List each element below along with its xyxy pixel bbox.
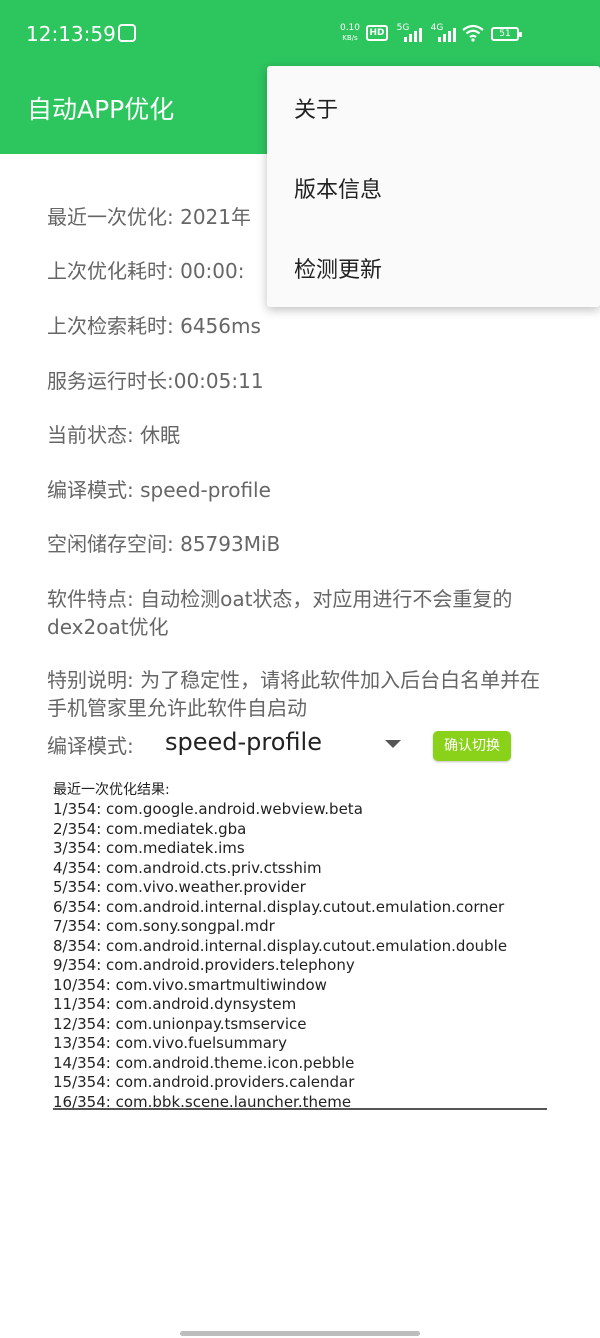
app-title: 自动APP优化 xyxy=(27,95,175,124)
overflow-menu: 关于 版本信息 检测更新 xyxy=(267,66,600,307)
compile-mode-dropdown[interactable]: speed-profile xyxy=(165,728,415,764)
info-features: 软件特点: 自动检测oat状态，对应用进行不会重复的dex2oat优化 xyxy=(47,587,513,639)
info-free-storage: 空闲储存空间: 85793MiB xyxy=(47,532,281,556)
result-line: 9/354: com.android.providers.telephony xyxy=(53,956,355,974)
result-line: 7/354: com.sony.songpal.mdr xyxy=(53,917,275,935)
result-line: 10/354: com.vivo.smartmultiwindow xyxy=(53,975,327,994)
result-line: 12/354: com.unionpay.tsmservice xyxy=(53,1014,307,1033)
info-current-state: 当前状态: 休眠 xyxy=(47,423,181,447)
info-note: 特别说明: 为了稳定性，请将此软件加入后台白名单并在手机管家里允许此软件自启动 xyxy=(47,668,541,720)
net-speed-value: 0.10 xyxy=(339,23,361,33)
battery-icon: 51 xyxy=(491,27,522,41)
result-line: 15/354: com.android.providers.calendar xyxy=(53,1073,355,1091)
sim2-signal-icon xyxy=(438,26,456,42)
status-bar: 12:13:59 0.10 KB/s HD 5G 4G 51 xyxy=(0,0,600,70)
compile-mode-row: 编译模式: speed-profile 确认切换 xyxy=(47,728,557,768)
result-line: 1/354: com.google.android.webview.beta xyxy=(53,800,363,818)
screen-record-icon xyxy=(118,24,136,42)
results-title: 最近一次优化结果: xyxy=(53,782,170,798)
compile-mode-selected: speed-profile xyxy=(165,728,322,756)
compile-mode-label: 编译模式: xyxy=(47,734,134,758)
sim1-signal-icon xyxy=(404,26,422,42)
wifi-icon xyxy=(462,24,484,42)
result-line: 5/354: com.vivo.weather.provider xyxy=(53,878,306,896)
status-time: 12:13:59 xyxy=(26,22,116,46)
menu-item-about[interactable]: 关于 xyxy=(294,92,338,124)
result-line: 14/354: com.android.theme.icon.pebble xyxy=(53,1053,355,1072)
net-speed-unit: KB/s xyxy=(342,34,358,42)
info-last-search-duration: 上次检索耗时: 6456ms xyxy=(47,314,261,338)
menu-item-check-update[interactable]: 检测更新 xyxy=(294,252,382,284)
confirm-switch-button[interactable]: 确认切换 xyxy=(433,731,511,761)
result-line: 11/354: com.android.dynsystem xyxy=(53,995,297,1013)
result-line: 6/354: com.android.internal.display.cuto… xyxy=(53,897,505,916)
result-line: 16/354: com.bbk.scene.launcher.theme xyxy=(53,1092,352,1110)
result-line: 13/354: com.vivo.fuelsummary xyxy=(53,1034,287,1052)
result-line: 4/354: com.android.cts.priv.ctsshim xyxy=(53,858,322,877)
result-line: 8/354: com.android.internal.display.cuto… xyxy=(53,936,508,955)
dropdown-arrow-icon xyxy=(385,740,401,748)
optimize-results[interactable]: 最近一次优化结果: 1/354: com.google.android.webv… xyxy=(53,780,547,1110)
result-line: 3/354: com.mediatek.ims xyxy=(53,839,245,857)
gesture-nav-handle[interactable] xyxy=(180,1331,420,1336)
menu-item-version-info[interactable]: 版本信息 xyxy=(294,172,382,204)
result-line: 2/354: com.mediatek.gba xyxy=(53,819,247,838)
info-compile-mode: 编译模式: speed-profile xyxy=(47,478,271,502)
info-service-uptime: 服务运行时长:00:05:11 xyxy=(47,369,264,393)
hd-voice-icon: HD xyxy=(366,25,388,41)
